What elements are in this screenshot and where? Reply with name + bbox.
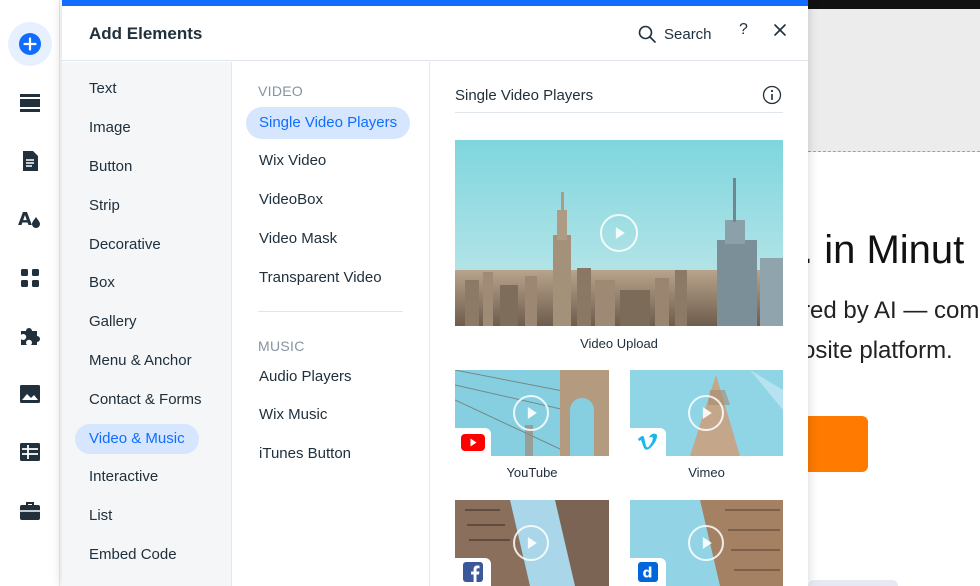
media-button[interactable] xyxy=(8,372,52,416)
sub-single-video-players[interactable]: Single Video Players xyxy=(246,107,411,139)
strip-icon xyxy=(20,94,40,112)
help-button[interactable]: ? xyxy=(739,21,748,39)
add-icon xyxy=(19,33,41,55)
category-gallery[interactable]: Gallery xyxy=(75,307,151,337)
play-icon xyxy=(688,395,724,431)
search-button[interactable]: Search xyxy=(638,22,712,46)
svg-text:A: A xyxy=(18,209,32,230)
apps-icon xyxy=(21,269,39,287)
search-label: Search xyxy=(664,25,712,43)
dailymotion-icon: d xyxy=(638,562,658,582)
subcategory-list: VIDEO Single Video Players Wix Video Vid… xyxy=(233,62,430,586)
category-strip[interactable]: Strip xyxy=(75,191,134,221)
youtube-badge xyxy=(455,428,491,456)
category-box[interactable]: Box xyxy=(75,268,129,298)
site-cta-button[interactable] xyxy=(808,416,868,472)
site-subtitle-line-1: red by AI — com xyxy=(808,297,980,324)
section-title: Single Video Players xyxy=(455,87,594,104)
play-icon xyxy=(600,214,638,252)
category-list: Text Image Button Strip Decorative Box G… xyxy=(62,62,232,586)
music-heading: MUSIC xyxy=(258,338,305,354)
elements-content: Single Video Players Video Upload YouTub… xyxy=(430,62,808,586)
sub-audio-players[interactable]: Audio Players xyxy=(246,361,365,393)
site-preview: . in Minut red by AI — com osite platfor… xyxy=(808,0,980,586)
facebook-badge xyxy=(455,558,491,586)
pages-button[interactable] xyxy=(8,139,52,183)
category-embed-code[interactable]: Embed Code xyxy=(75,540,191,570)
facebook-icon xyxy=(463,562,483,582)
business-apps-button[interactable] xyxy=(8,314,52,358)
play-icon xyxy=(688,525,724,561)
svg-text:d: d xyxy=(643,566,653,582)
category-menu-anchor[interactable]: Menu & Anchor xyxy=(75,346,206,376)
left-rail: A xyxy=(0,0,60,586)
close-icon xyxy=(774,24,786,36)
youtube-label: YouTube xyxy=(506,465,558,480)
page-icon xyxy=(23,151,38,171)
media-icon xyxy=(20,385,40,403)
sub-itunes-button[interactable]: iTunes Button xyxy=(246,438,364,470)
play-icon xyxy=(513,395,549,431)
vimeo-thumbnail[interactable] xyxy=(630,370,783,456)
puzzle-icon xyxy=(21,328,40,345)
category-list[interactable]: List xyxy=(75,501,126,531)
sections-button[interactable] xyxy=(8,81,52,125)
apps-button[interactable] xyxy=(8,256,52,300)
table-icon xyxy=(20,443,40,461)
panel-title: Add Elements xyxy=(89,24,203,43)
info-icon xyxy=(762,85,782,105)
site-top-bar xyxy=(808,0,980,9)
site-headline: . in Minut xyxy=(808,228,965,272)
search-icon xyxy=(638,25,656,43)
sub-wix-video[interactable]: Wix Video xyxy=(246,145,339,177)
vimeo-icon xyxy=(638,433,657,450)
category-image[interactable]: Image xyxy=(75,113,145,143)
site-pill xyxy=(808,580,898,586)
youtube-icon xyxy=(461,433,485,451)
dailymotion-thumbnail[interactable]: d xyxy=(630,500,783,586)
design-icon: A xyxy=(18,209,40,230)
play-icon xyxy=(513,525,549,561)
sub-videobox[interactable]: VideoBox xyxy=(246,184,336,216)
panel-header: Add Elements Search ? xyxy=(62,6,808,61)
video-upload-thumbnail[interactable] xyxy=(455,140,783,326)
sub-transparent-video[interactable]: Transparent Video xyxy=(246,262,395,294)
briefcase-icon xyxy=(20,502,40,520)
vimeo-badge xyxy=(630,428,666,456)
category-button[interactable]: Button xyxy=(75,152,146,182)
dailymotion-badge: d xyxy=(630,558,666,586)
category-decorative[interactable]: Decorative xyxy=(75,230,175,260)
category-text[interactable]: Text xyxy=(75,74,131,104)
add-elements-button[interactable] xyxy=(8,22,52,66)
close-button[interactable] xyxy=(773,23,787,42)
video-heading: VIDEO xyxy=(258,83,304,99)
facebook-video-thumbnail[interactable] xyxy=(455,500,609,586)
sub-video-mask[interactable]: Video Mask xyxy=(246,223,350,255)
info-button[interactable] xyxy=(762,85,782,110)
section-divider xyxy=(455,112,783,113)
add-elements-panel: Add Elements Search ? Text Image Button … xyxy=(62,0,808,586)
category-video-music[interactable]: Video & Music xyxy=(75,424,199,454)
video-upload-label: Video Upload xyxy=(580,336,658,351)
site-header-strip xyxy=(808,9,980,152)
site-design-button[interactable]: A xyxy=(8,197,52,241)
category-interactive[interactable]: Interactive xyxy=(75,462,172,492)
portfolio-button[interactable] xyxy=(8,489,52,533)
cms-button[interactable] xyxy=(8,430,52,474)
category-contact-forms[interactable]: Contact & Forms xyxy=(75,385,216,415)
subcategory-divider xyxy=(258,311,403,312)
vimeo-label: Vimeo xyxy=(688,465,725,480)
site-subtitle-line-2: osite platform. xyxy=(808,337,953,364)
sub-wix-music[interactable]: Wix Music xyxy=(246,399,340,431)
youtube-thumbnail[interactable] xyxy=(455,370,609,456)
